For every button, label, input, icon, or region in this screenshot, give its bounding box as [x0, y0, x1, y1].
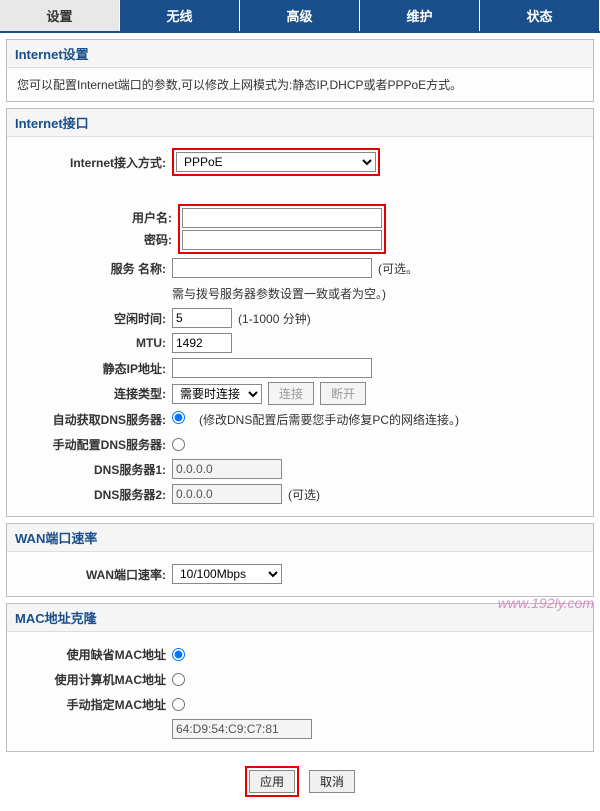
label-password: 密码:	[17, 229, 172, 251]
input-password[interactable]	[182, 230, 382, 250]
main-tabs: 设置 无线 高级 维护 状态	[0, 0, 600, 33]
label-username: 用户名:	[17, 207, 172, 229]
hint-idle: (1-1000 分钟)	[238, 310, 311, 327]
input-dns2[interactable]	[172, 484, 282, 504]
tab-status[interactable]: 状态	[480, 0, 600, 31]
input-mac-value[interactable]	[172, 719, 312, 739]
tab-advanced[interactable]: 高级	[240, 0, 360, 31]
hint-service-below: 需与拨号服务器参数设置一致或者为空。)	[172, 285, 386, 302]
footer-buttons: 应用 取消	[0, 756, 600, 811]
tab-maintenance[interactable]: 维护	[360, 0, 480, 31]
tab-settings[interactable]: 设置	[0, 0, 120, 31]
select-conn-type[interactable]: 需要时连接	[172, 384, 262, 404]
label-static-ip: 静态IP地址:	[17, 360, 172, 377]
hint-service-right: (可选。	[378, 260, 418, 277]
hint-dns2: (可选)	[288, 486, 320, 503]
section-title-internet-settings: Internet设置	[7, 40, 593, 68]
label-dns2: DNS服务器2:	[17, 486, 172, 503]
select-wan-rate[interactable]: 10/100Mbps	[172, 564, 282, 584]
label-manual-dns: 手动配置DNS服务器:	[17, 436, 172, 453]
input-static-ip[interactable]	[172, 358, 372, 378]
input-idle-time[interactable]	[172, 308, 232, 328]
label-mac-manual: 手动指定MAC地址	[17, 696, 172, 713]
radio-manual-dns[interactable]	[172, 438, 185, 451]
label-idle-time: 空闲时间:	[17, 310, 172, 327]
section-internet-interface: Internet接口 Internet接入方式: PPPoE 用户名: 密码:	[6, 108, 594, 517]
label-mtu: MTU:	[17, 336, 172, 350]
label-access-mode: Internet接入方式:	[17, 154, 172, 171]
section-title-internet-interface: Internet接口	[7, 109, 593, 137]
section-wan-rate: WAN端口速率 WAN端口速率: 10/100Mbps	[6, 523, 594, 597]
radio-mac-pc[interactable]	[172, 673, 185, 686]
input-username[interactable]	[182, 208, 382, 228]
input-service-name[interactable]	[172, 258, 372, 278]
disconnect-button[interactable]: 断开	[320, 382, 366, 405]
apply-button[interactable]: 应用	[249, 770, 295, 793]
radio-mac-manual[interactable]	[172, 698, 185, 711]
label-wan-rate: WAN端口速率:	[17, 566, 172, 583]
section-title-wan-rate: WAN端口速率	[7, 524, 593, 552]
label-mac-default: 使用缺省MAC地址	[17, 646, 172, 663]
input-mtu[interactable]	[172, 333, 232, 353]
radio-auto-dns[interactable]	[172, 411, 185, 424]
internet-settings-desc: 您可以配置Internet端口的参数,可以修改上网模式为:静态IP,DHCP或者…	[17, 78, 462, 92]
section-internet-settings: Internet设置 您可以配置Internet端口的参数,可以修改上网模式为:…	[6, 39, 594, 102]
label-conn-type: 连接类型:	[17, 385, 172, 402]
tab-wireless[interactable]: 无线	[120, 0, 240, 31]
input-dns1[interactable]	[172, 459, 282, 479]
connect-button[interactable]: 连接	[268, 382, 314, 405]
section-title-mac-clone: MAC地址克隆	[7, 604, 593, 632]
radio-mac-default[interactable]	[172, 648, 185, 661]
label-mac-pc: 使用计算机MAC地址	[17, 671, 172, 688]
label-service-name: 服务 名称:	[17, 260, 172, 277]
section-mac-clone: MAC地址克隆 使用缺省MAC地址 使用计算机MAC地址 手动指定MAC地址	[6, 603, 594, 752]
hint-dns-note: (修改DNS配置后需要您手动修复PC的网络连接。)	[199, 411, 459, 428]
label-dns1: DNS服务器1:	[17, 461, 172, 478]
select-access-mode[interactable]: PPPoE	[176, 152, 376, 172]
label-auto-dns: 自动获取DNS服务器:	[17, 411, 172, 428]
cancel-button[interactable]: 取消	[309, 770, 355, 793]
